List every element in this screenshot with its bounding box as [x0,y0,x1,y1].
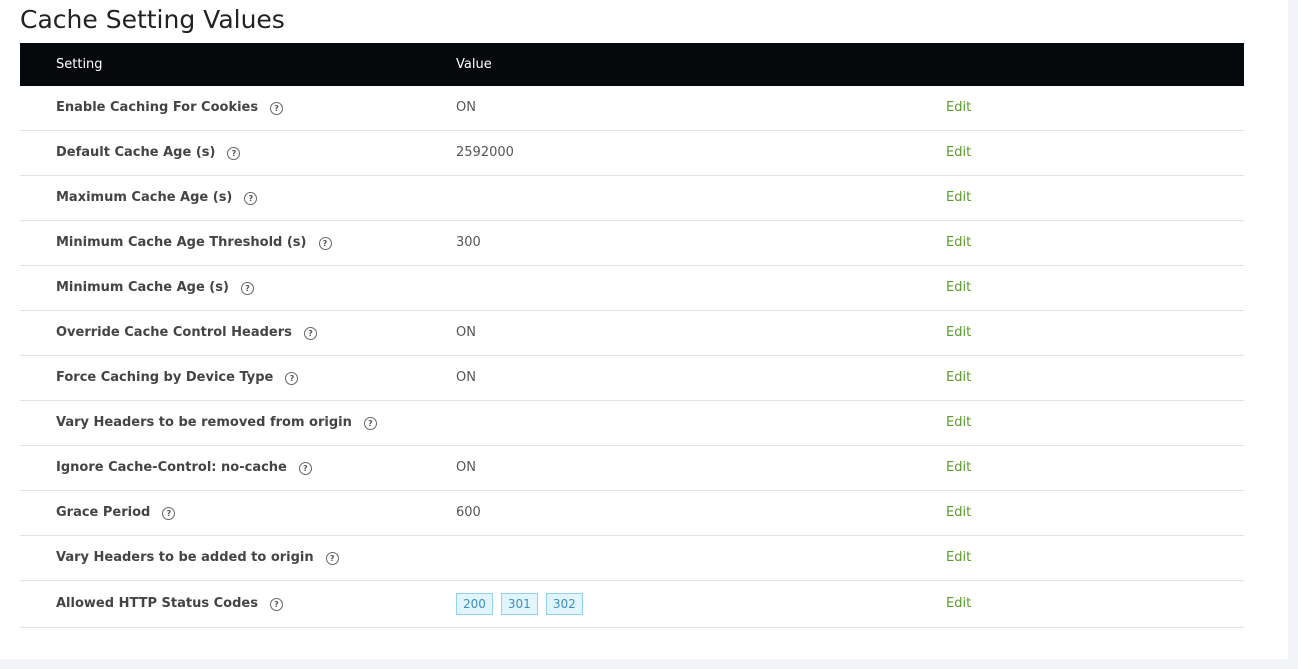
edit-link[interactable]: Edit [946,176,971,220]
setting-label: Override Cache Control Headers? [56,311,317,355]
setting-name: Override Cache Control Headers [56,325,292,340]
question-circle-icon[interactable]: ? [240,281,254,295]
table-row: Vary Headers to be added to origin? Edit [20,536,1244,581]
setting-label: Vary Headers to be removed from origin? [56,401,377,445]
edit-link[interactable]: Edit [946,86,971,130]
setting-name: Maximum Cache Age (s) [56,190,233,205]
table-row: Maximum Cache Age (s)? Edit [20,176,1244,221]
edit-link[interactable]: Edit [946,446,971,490]
setting-label: Minimum Cache Age Threshold (s)? [56,221,332,265]
setting-name: Enable Caching For Cookies [56,100,259,115]
question-circle-icon[interactable]: ? [285,371,299,385]
table-body: Enable Caching For Cookies? ON Edit Default… [20,86,1244,628]
edit-link[interactable]: Edit [946,266,971,310]
cache-settings-panel: Cache Setting Values Setting Value Enabl… [0,0,1288,659]
page-title: Cache Setting Values [20,5,285,34]
setting-label: Ignore Cache-Control: no-cache? [56,446,312,490]
question-circle-icon[interactable]: ? [325,551,339,565]
question-circle-icon[interactable]: ? [227,146,241,160]
setting-name: Minimum Cache Age Threshold (s) [56,235,307,250]
setting-value: ON [456,460,476,475]
table-row: Grace Period? 600 Edit [20,491,1244,536]
question-circle-icon[interactable]: ? [162,506,176,520]
setting-label: Allowed HTTP Status Codes? [56,581,283,627]
status-code-badge: 302 [545,593,583,615]
setting-label: Default Cache Age (s)? [56,131,241,175]
edit-link[interactable]: Edit [946,311,971,355]
setting-label: Vary Headers to be added to origin? [56,536,339,580]
edit-link[interactable]: Edit [946,131,971,175]
setting-name: Vary Headers to be added to origin [56,550,314,565]
edit-link[interactable]: Edit [946,356,971,400]
setting-value: 2592000 [456,145,514,160]
setting-value: ON [456,325,476,340]
table-row: Minimum Cache Age Threshold (s)? 300 Edit [20,221,1244,266]
setting-value: ON [456,370,476,385]
column-header-value: Value [456,57,492,72]
status-code-badge: 200 [456,593,493,615]
table-row: Minimum Cache Age (s)? Edit [20,266,1244,311]
table-row: Enable Caching For Cookies? ON Edit [20,86,1244,131]
setting-value: 600 [456,505,481,520]
question-circle-icon[interactable]: ? [303,326,317,340]
edit-link[interactable]: Edit [946,491,971,535]
table-row: Vary Headers to be removed from origin? E… [20,401,1244,446]
edit-link[interactable]: Edit [946,536,971,580]
setting-name: Grace Period [56,505,151,520]
edit-link[interactable]: Edit [946,581,971,627]
status-code-badge: 301 [500,593,538,615]
setting-name: Allowed HTTP Status Codes [56,596,258,611]
setting-label: Grace Period? [56,491,176,535]
table-header: Setting Value [20,43,1244,86]
setting-name: Force Caching by Device Type [56,370,274,385]
question-circle-icon[interactable]: ? [269,597,283,611]
table-row: Force Caching by Device Type? ON Edit [20,356,1244,401]
question-circle-icon[interactable]: ? [270,101,284,115]
question-circle-icon[interactable]: ? [363,416,377,430]
setting-name: Default Cache Age (s) [56,145,216,160]
table-row: Default Cache Age (s)? 2592000 Edit [20,131,1244,176]
table-row: Allowed HTTP Status Codes? 200 301 302 Edit [20,581,1244,628]
status-codes-list: 200 301 302 [456,581,591,627]
question-circle-icon[interactable]: ? [318,236,332,250]
setting-label: Minimum Cache Age (s)? [56,266,254,310]
edit-link[interactable]: Edit [946,221,971,265]
setting-name: Minimum Cache Age (s) [56,280,229,295]
setting-name: Vary Headers to be removed from origin [56,415,352,430]
table-row: Ignore Cache-Control: no-cache? ON Edit [20,446,1244,491]
column-header-setting: Setting [56,57,103,72]
setting-label: Maximum Cache Age (s)? [56,176,258,220]
setting-value: ON [456,100,476,115]
question-circle-icon[interactable]: ? [244,191,258,205]
question-circle-icon[interactable]: ? [298,461,312,475]
edit-link[interactable]: Edit [946,401,971,445]
setting-label: Force Caching by Device Type? [56,356,299,400]
setting-value: 300 [456,235,481,250]
cache-settings-table: Setting Value Enable Caching For Cookies… [20,43,1244,628]
setting-name: Ignore Cache-Control: no-cache [56,460,287,475]
table-row: Override Cache Control Headers? ON Edit [20,311,1244,356]
setting-label: Enable Caching For Cookies? [56,86,284,130]
